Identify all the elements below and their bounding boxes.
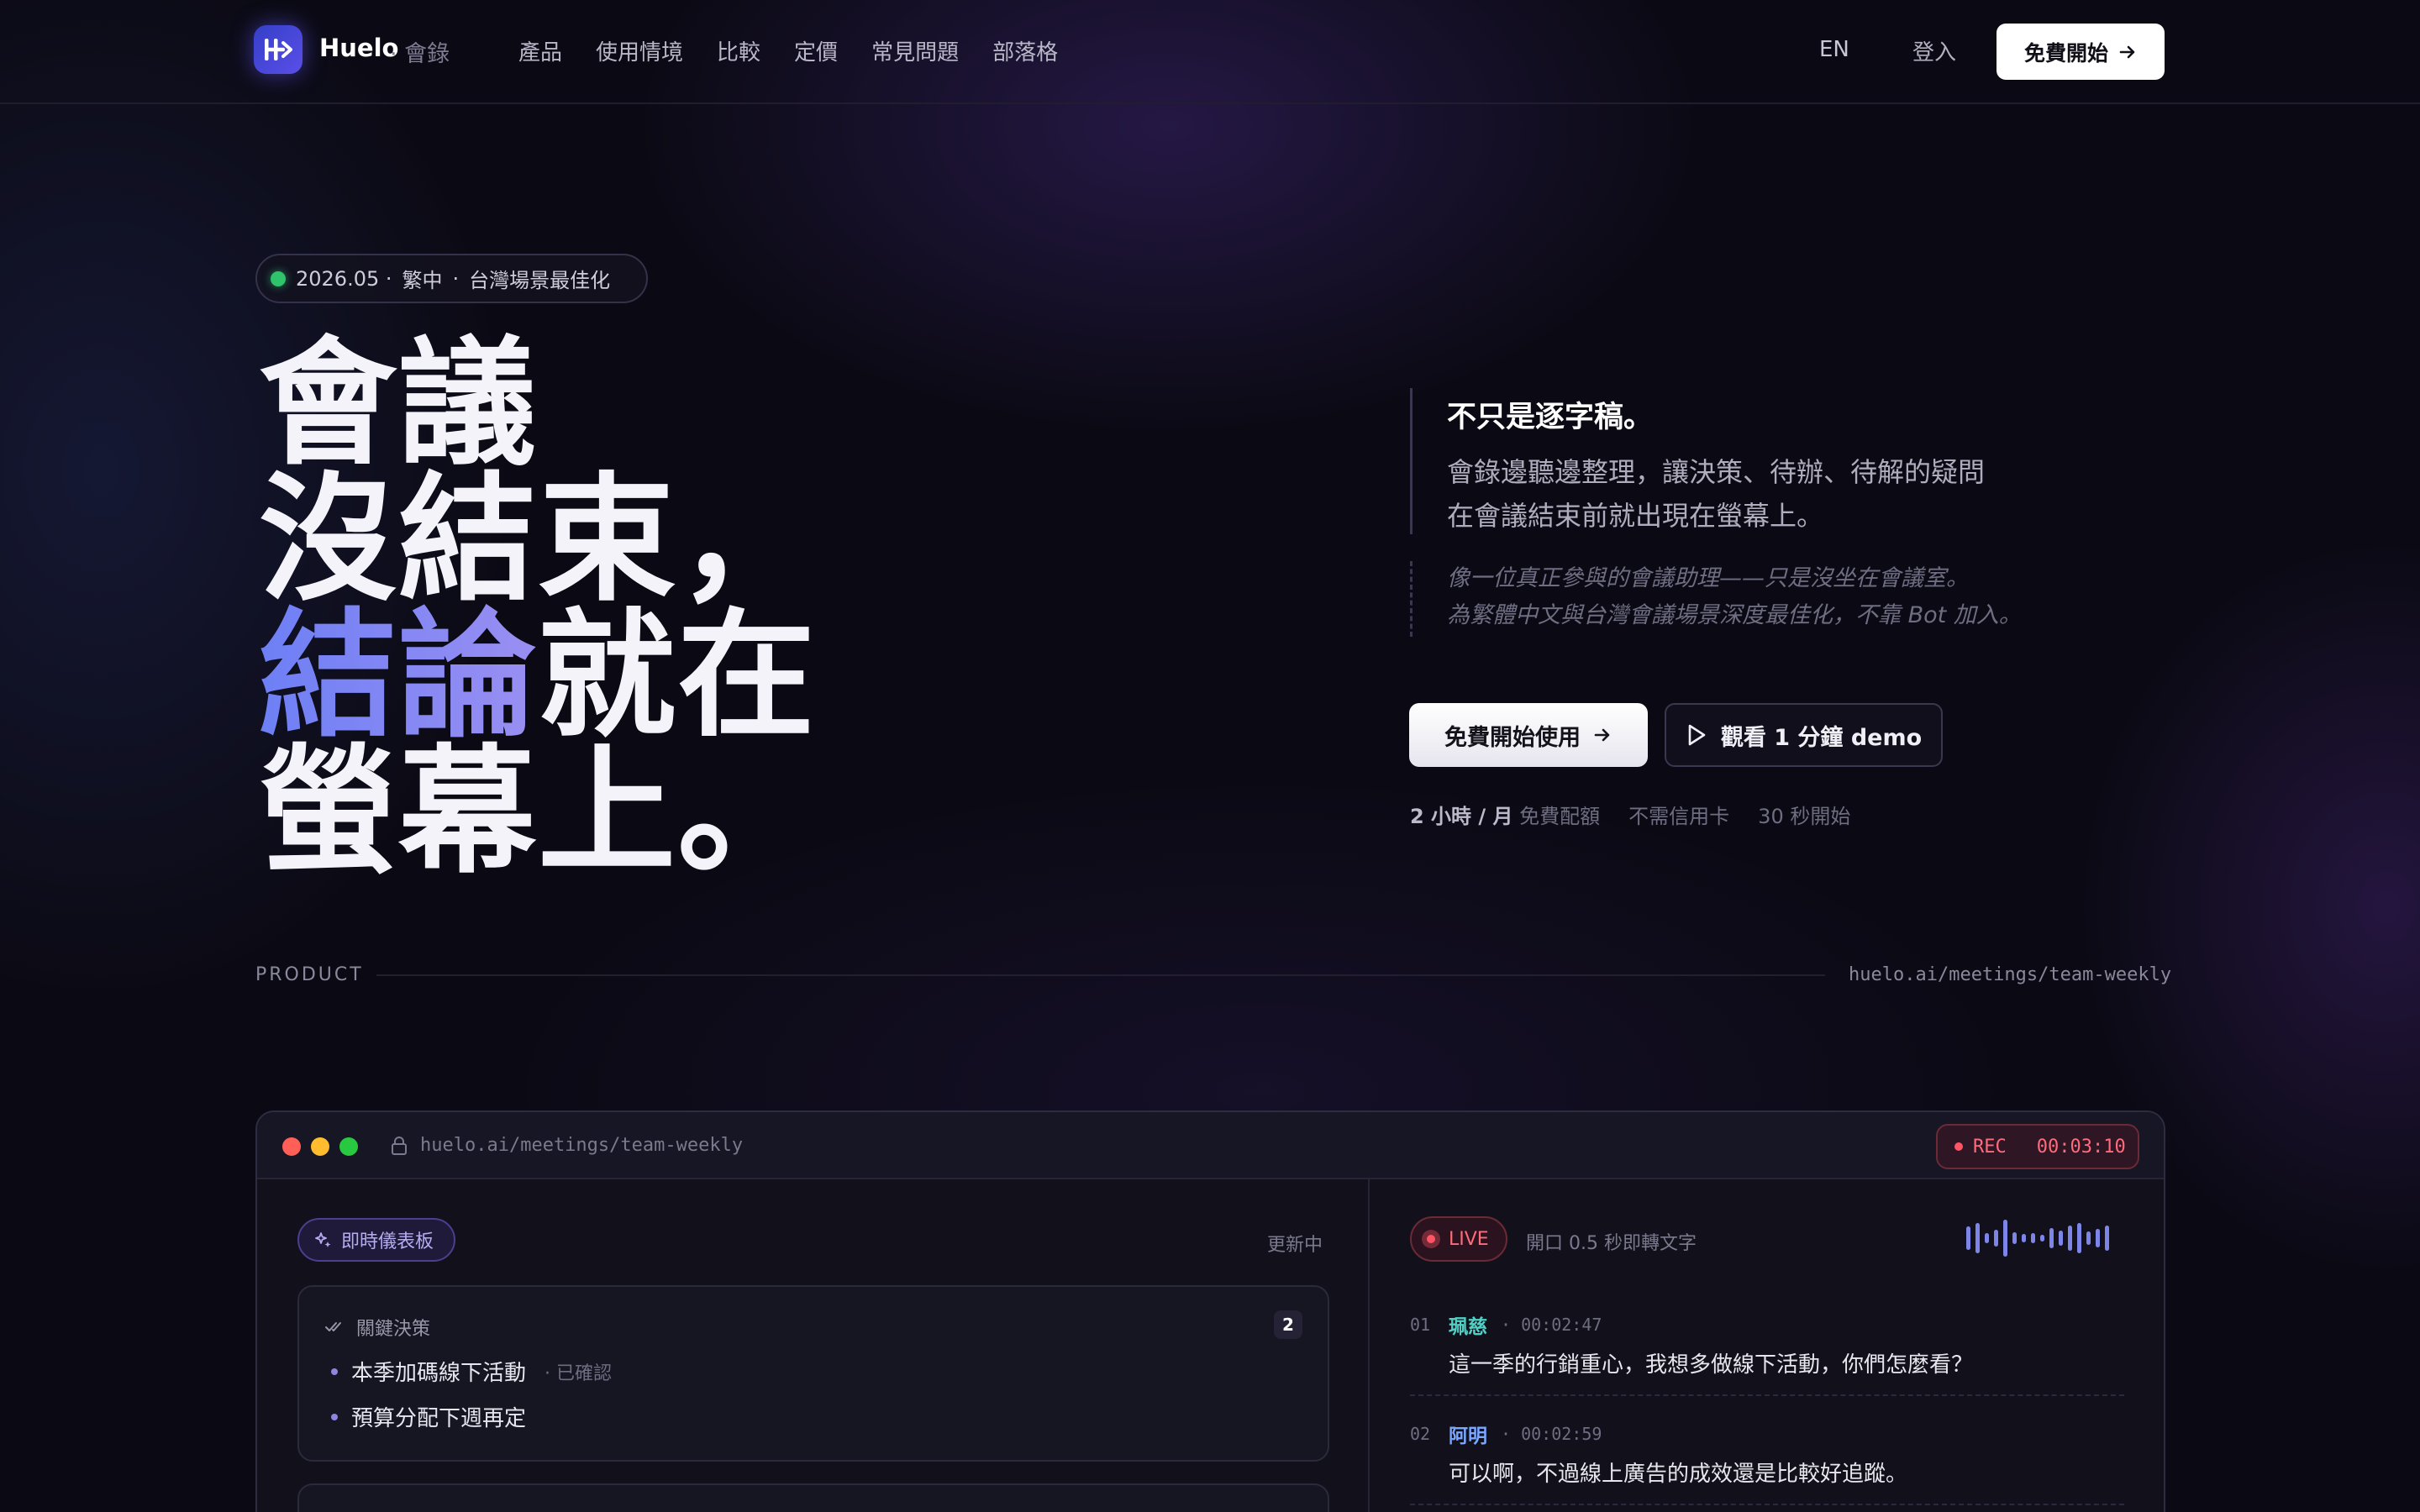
nav-link-pricing[interactable]: 定價 bbox=[794, 35, 838, 66]
transcript-number: 01 bbox=[1410, 1315, 1431, 1335]
watch-demo-label: 觀看 1 分鐘 demo bbox=[1720, 724, 1923, 751]
watch-demo-button[interactable]: 觀看 1 分鐘 demo bbox=[1665, 703, 1943, 767]
nav-start-free-label: 免費開始 bbox=[2023, 40, 2108, 66]
dashboard-chip[interactable]: 即時儀表板 bbox=[297, 1218, 455, 1262]
login-link[interactable]: 登入 bbox=[1912, 35, 1956, 66]
bullet-icon bbox=[331, 1368, 338, 1375]
live-badge: LIVE bbox=[1410, 1216, 1507, 1262]
nav-link-use-cases[interactable]: 使用情境 bbox=[596, 35, 683, 66]
copy-quote-line-1: 像一位真正參與的會議助理——只是沒坐在會議室。 bbox=[1447, 565, 1969, 591]
copy-body-line-1: 會錄邊聽邊整理，讓決策、待辦、待解的疑問 bbox=[1447, 456, 1986, 488]
hero-line-4: 螢幕上。 bbox=[259, 732, 818, 892]
language-switch[interactable]: EN bbox=[1819, 37, 1849, 62]
lock-icon bbox=[392, 1137, 407, 1155]
live-label: LIVE bbox=[1449, 1228, 1489, 1250]
transcript-text: 這一季的行銷重心，我想多做線下活動，你們怎麼看？ bbox=[1449, 1352, 1974, 1378]
badge-note: 台灣場景最佳化 bbox=[469, 269, 611, 292]
arrow-right-icon bbox=[1594, 728, 1610, 742]
transcript-separator bbox=[1410, 1504, 2124, 1505]
start-free-label: 免費開始使用 bbox=[1444, 724, 1581, 751]
transcript-number: 02 bbox=[1410, 1424, 1431, 1444]
decisions-count: 2 bbox=[1274, 1310, 1302, 1339]
recording-indicator: REC 00:03:10 bbox=[1936, 1124, 2139, 1169]
meta-quota-rest: 免費配額 bbox=[1519, 805, 1601, 828]
nav-link-product[interactable]: 產品 bbox=[518, 35, 562, 66]
maximize-dot-icon[interactable] bbox=[339, 1137, 358, 1156]
quote-divider bbox=[1410, 561, 1413, 637]
meta-quota: 2 小時 / 月 免費配額 bbox=[1410, 800, 1600, 829]
transcript-timestamp: · 00:02:59 bbox=[1501, 1424, 1602, 1444]
meta-quota-strong: 2 小時 / 月 bbox=[1410, 805, 1513, 828]
speaker-name: 珮慈 bbox=[1449, 1316, 1487, 1338]
rec-dot-icon bbox=[1954, 1142, 1963, 1151]
start-free-button[interactable]: 免費開始使用 bbox=[1409, 703, 1648, 767]
copy-divider bbox=[1410, 388, 1413, 534]
badge-lang: 繁中 bbox=[402, 269, 443, 292]
double-check-icon bbox=[325, 1322, 341, 1331]
speaker-name: 阿明 bbox=[1449, 1425, 1487, 1447]
nav-link-compare[interactable]: 比較 bbox=[717, 35, 760, 66]
brand-name[interactable]: Huelo bbox=[319, 34, 398, 62]
logo-icon[interactable] bbox=[254, 25, 302, 74]
nav-start-free-button[interactable]: 免費開始 bbox=[1996, 24, 2165, 80]
hero-title: 會議 沒結束， 結論就在 螢幕上。 bbox=[259, 323, 818, 892]
nav-link-faq[interactable]: 常見問題 bbox=[871, 35, 959, 66]
bullet-icon bbox=[331, 1413, 338, 1420]
hero-line-2: 沒結束， bbox=[259, 459, 818, 620]
top-nav: Huelo · 會錄 產品 使用情境 比較 定價 常見問題 部落格 EN 登入 … bbox=[0, 0, 2420, 104]
status-dot-icon bbox=[271, 270, 286, 286]
dashboard-label: 即時儀表板 bbox=[341, 1231, 434, 1252]
window-titlebar: huelo.ai/meetings/team-weekly REC 00:03:… bbox=[257, 1112, 2164, 1179]
live-dot-icon bbox=[1422, 1230, 1440, 1248]
window-url[interactable]: huelo.ai/meetings/team-weekly bbox=[420, 1135, 743, 1156]
transcript-line[interactable]: 01 珮慈 · 00:02:47 這一季的行銷重心，我想多做線下活動，你們怎麼看… bbox=[1410, 1310, 2124, 1378]
transcript-timestamp: · 00:02:47 bbox=[1501, 1315, 1602, 1335]
rec-label: REC bbox=[1973, 1136, 2007, 1158]
copy-title: 不只是逐字稿。 bbox=[1447, 401, 1654, 434]
product-divider bbox=[376, 974, 1825, 976]
decision-item: 預算分配下週再定 bbox=[331, 1401, 526, 1432]
rec-timer: 00:03:10 bbox=[2036, 1136, 2126, 1158]
pane-divider bbox=[1368, 1179, 1370, 1512]
brand-suffix: · 會錄 bbox=[390, 41, 450, 67]
close-dot-icon[interactable] bbox=[282, 1137, 301, 1156]
badge-date: 2026.05 · bbox=[296, 266, 392, 291]
arrow-right-icon bbox=[2119, 45, 2135, 58]
decision-tag: · 已確認 bbox=[544, 1362, 613, 1384]
play-icon bbox=[1688, 724, 1706, 746]
transcript-header: 02 阿明 · 00:02:59 bbox=[1410, 1420, 2124, 1448]
pricing-meta: 2 小時 / 月 免費配額 不需信用卡 30 秒開始 bbox=[1410, 800, 1850, 829]
hero-line-1: 會議 bbox=[259, 323, 539, 484]
meta-start: 30 秒開始 bbox=[1758, 805, 1851, 828]
nav-links: 產品 使用情境 比較 定價 常見問題 部落格 bbox=[518, 35, 1058, 66]
copy-quote-line-2: 為繁體中文與台灣會議場景深度最佳化，不靠 Bot 加入。 bbox=[1447, 602, 2022, 628]
badge-sep: · bbox=[452, 266, 460, 291]
app-window: huelo.ai/meetings/team-weekly REC 00:03:… bbox=[255, 1110, 2165, 1512]
product-label: PRODUCT bbox=[255, 964, 364, 985]
minimize-dot-icon[interactable] bbox=[311, 1137, 329, 1156]
decisions-title: 關鍵決策 bbox=[356, 1319, 431, 1340]
decision-text: 本季加碼線下活動 bbox=[351, 1361, 527, 1386]
hero-line-3: 結論就在 bbox=[259, 607, 817, 745]
transcript-text: 可以啊，不過線上廣告的成效還是比較好追蹤。 bbox=[1449, 1462, 1908, 1487]
meta-no-card: 不需信用卡 bbox=[1628, 805, 1730, 828]
decision-text: 預算分配下週再定 bbox=[351, 1406, 527, 1431]
live-note: 開口 0.5 秒即轉文字 bbox=[1526, 1233, 1697, 1254]
decisions-card: 關鍵決策 2 本季加碼線下活動 · 已確認 預算分配下週再定 bbox=[297, 1285, 1329, 1462]
copy-body-line-2: 在會議結束前就出現在螢幕上。 bbox=[1447, 500, 1824, 532]
copy-quote: 像一位真正參與的會議助理——只是沒坐在會議室。 為繁體中文與台灣會議場景深度最佳… bbox=[1447, 560, 2022, 634]
transcript-header: 01 珮慈 · 00:02:47 bbox=[1410, 1310, 2124, 1339]
waveform-icon bbox=[1966, 1218, 2109, 1258]
decision-item: 本季加碼線下活動 · 已確認 bbox=[331, 1356, 612, 1387]
updating-status: 更新中 bbox=[1267, 1235, 1323, 1256]
sparkle-icon bbox=[315, 1232, 331, 1247]
nav-link-blog[interactable]: 部落格 bbox=[992, 35, 1058, 66]
decisions-header: 關鍵決策 bbox=[324, 1314, 430, 1341]
transcript-separator bbox=[1410, 1394, 2124, 1396]
product-url: huelo.ai/meetings/team-weekly bbox=[1849, 964, 2172, 985]
copy-body: 會錄邊聽邊整理，讓決策、待辦、待解的疑問 在會議結束前就出現在螢幕上。 bbox=[1447, 450, 1985, 538]
transcript-line[interactable]: 02 阿明 · 00:02:59 可以啊，不過線上廣告的成效還是比較好追蹤。 bbox=[1410, 1420, 2124, 1488]
release-badge: 2026.05 · 繁中 · 台灣場景最佳化 bbox=[255, 254, 648, 303]
next-card bbox=[297, 1483, 1329, 1512]
